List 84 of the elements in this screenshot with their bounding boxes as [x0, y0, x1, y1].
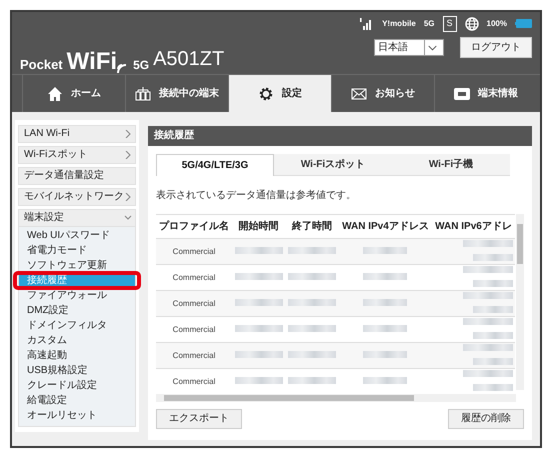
sim-indicator: S: [442, 16, 457, 32]
submenu-item[interactable]: 省電力モード: [19, 243, 135, 258]
table-cell: Commercial: [156, 342, 232, 368]
battery-icon: [515, 19, 532, 28]
redacted-block: [463, 370, 513, 376]
submenu-item[interactable]: DMZ設定: [19, 303, 135, 318]
scrollbar[interactable]: [516, 214, 524, 390]
redacted-block: [363, 272, 408, 280]
submenu-item[interactable]: 給電設定: [19, 393, 135, 408]
tab[interactable]: 5G/4G/LTE/3G: [156, 154, 274, 176]
redacted-block: [288, 298, 336, 306]
home-icon: [47, 86, 63, 102]
panel-title: 接続履歴: [148, 126, 532, 146]
network-type: 5G: [424, 18, 435, 30]
redacted-block: [234, 298, 283, 306]
redacted-block: [473, 280, 513, 286]
carrier-name: Y!mobile: [382, 18, 416, 30]
logo-text: 5G: [133, 57, 150, 74]
nav-tab[interactable]: 端末情報: [434, 75, 537, 112]
redacted-block: [288, 272, 336, 280]
redacted-block: [473, 306, 513, 312]
nav-tab[interactable]: 設定: [228, 75, 331, 112]
tab[interactable]: Wi-Fi子機: [392, 154, 510, 176]
battery-percent: 100%: [486, 18, 507, 30]
table-cell: Commercial: [156, 290, 232, 316]
sidebar-item[interactable]: モバイルネットワーク: [18, 188, 136, 206]
redacted-block: [463, 344, 513, 350]
submenu-item[interactable]: ソフトウェア更新: [19, 258, 135, 273]
redacted-block: [463, 266, 513, 272]
table-cell: Commercial: [156, 238, 232, 264]
scrollbar[interactable]: [156, 394, 516, 402]
submenu-item[interactable]: カスタム: [19, 333, 135, 348]
chevron-icon: [124, 151, 132, 159]
logo-text: Pocket: [20, 56, 63, 74]
action-button[interactable]: 履歴の削除: [448, 409, 524, 429]
language-select[interactable]: 日本語: [374, 38, 444, 56]
sidebar-item[interactable]: LAN Wi-Fi: [18, 125, 136, 143]
redacted-block: [288, 376, 336, 384]
logout-button[interactable]: ログアウト: [460, 36, 532, 58]
submenu-item[interactable]: Web UIパスワード: [19, 228, 135, 243]
redacted-block: [363, 350, 408, 358]
redacted-block: [234, 246, 283, 254]
redacted-block: [463, 318, 513, 324]
redacted-block: [363, 376, 408, 384]
nav-tab[interactable]: ホーム: [22, 75, 125, 112]
redacted-block: [234, 272, 283, 280]
action-button[interactable]: エクスポート: [156, 409, 242, 429]
redacted-block: [463, 292, 513, 298]
sidebar-item[interactable]: 端末設定: [18, 209, 136, 227]
redacted-block: [473, 384, 513, 390]
submenu-item[interactable]: オールリセット: [19, 408, 135, 423]
nav-tab[interactable]: お知らせ: [331, 75, 434, 112]
redacted-block: [473, 358, 513, 364]
redacted-block: [363, 246, 408, 254]
redacted-block: [234, 350, 283, 358]
submenu-item[interactable]: クレードル設定: [19, 378, 135, 393]
globe-icon: [464, 16, 479, 31]
envelope-icon: [351, 86, 367, 102]
submenu-item[interactable]: USB規格設定: [19, 363, 135, 378]
logo-text: WiFi: [66, 50, 118, 74]
redacted-block: [363, 324, 408, 332]
screen-icon: [454, 86, 470, 102]
devices-icon: [135, 86, 151, 102]
sidebar-item[interactable]: データ通信量設定: [18, 167, 136, 185]
sidebar-item[interactable]: Wi-Fiスポット: [18, 146, 136, 164]
redacted-block: [473, 332, 513, 338]
redacted-block: [288, 324, 336, 332]
chevron-icon: [124, 193, 132, 201]
settings-icon: [258, 86, 274, 102]
submenu-item[interactable]: ドメインフィルタ: [19, 318, 135, 333]
redacted-block: [288, 350, 336, 358]
chevron-icon: [124, 214, 132, 222]
redacted-block: [363, 298, 408, 306]
submenu-item[interactable]: 高速起動: [19, 348, 135, 363]
redacted-block: [463, 240, 513, 246]
redacted-block: [234, 324, 283, 332]
submenu-item[interactable]: ファイアウォール: [19, 288, 135, 303]
chevron-icon: [124, 130, 132, 138]
redacted-block: [288, 246, 336, 254]
redacted-block: [234, 376, 283, 384]
tab[interactable]: Wi-Fiスポット: [274, 154, 392, 176]
info-note: 表示されているデータ通信量は参考値です。: [156, 190, 357, 202]
model-name: A501ZT: [153, 47, 224, 72]
redacted-block: [473, 254, 513, 260]
